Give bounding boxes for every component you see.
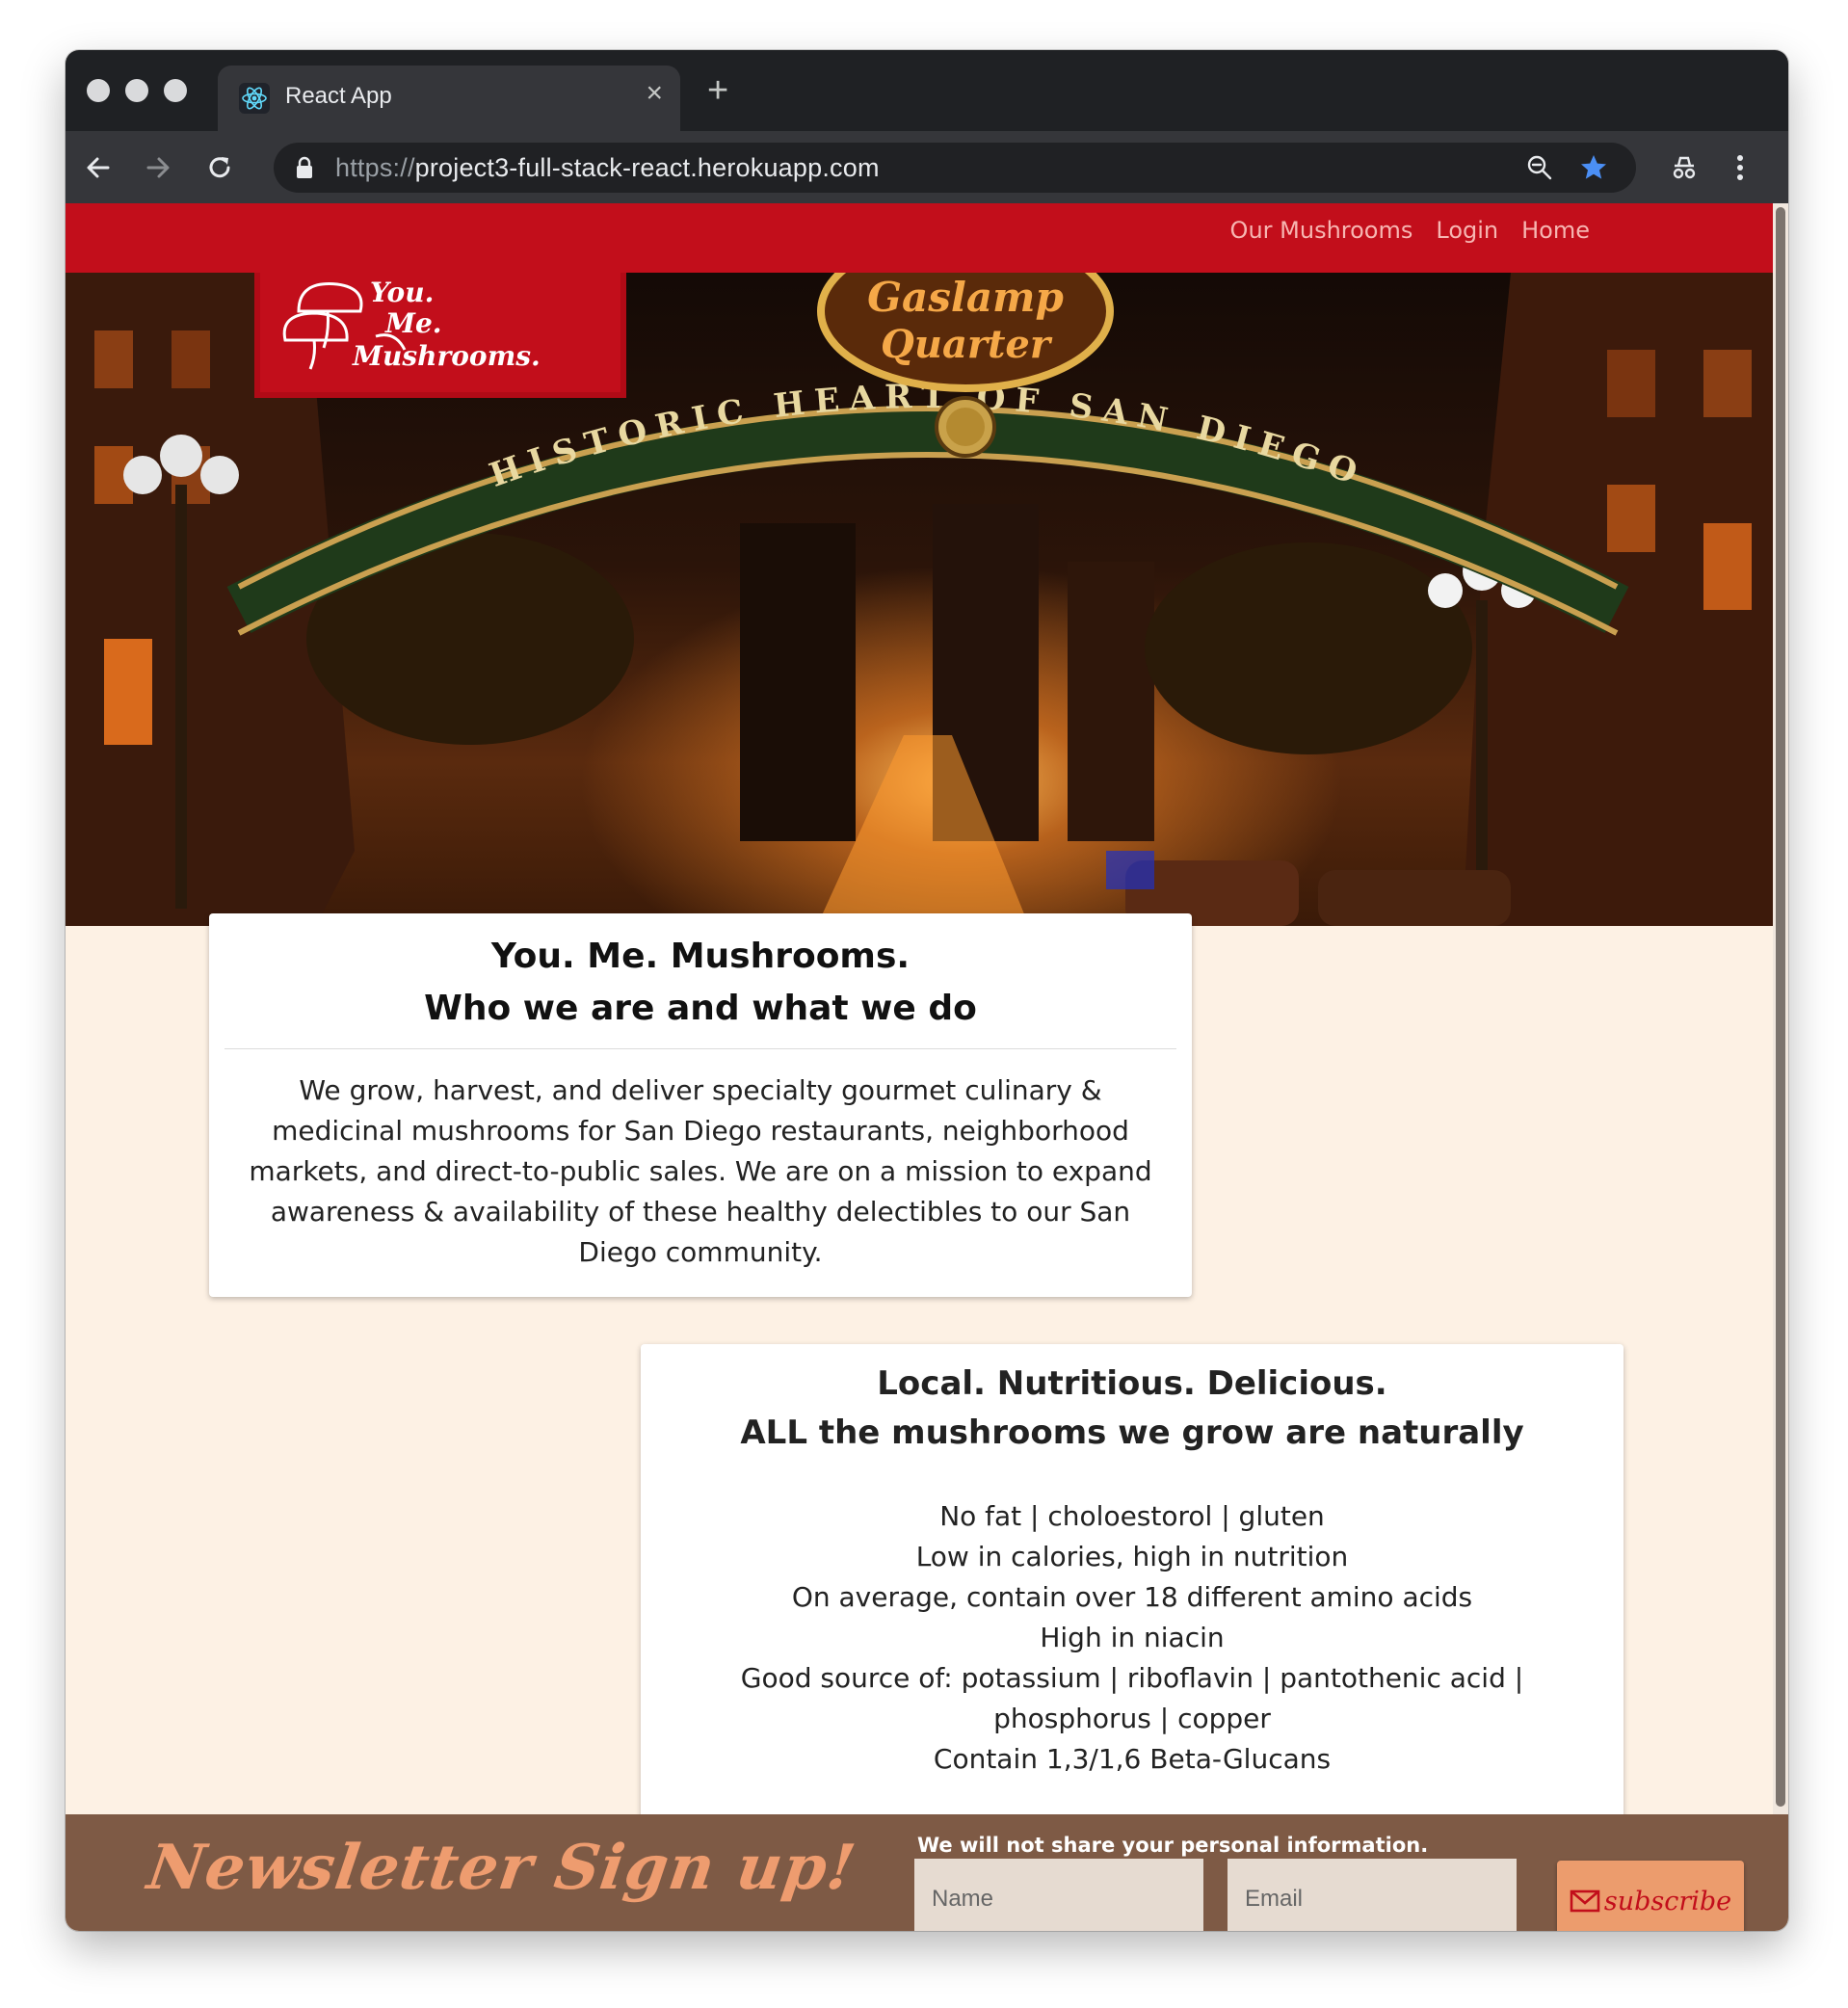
url-scheme: https://	[335, 153, 415, 182]
nutrition-title-line2: ALL the mushrooms we grow are naturally	[740, 1414, 1524, 1452]
browser-toolbar: https://project3-full-stack-react.heroku…	[66, 131, 1788, 203]
email-input[interactable]: Email	[1228, 1859, 1517, 1931]
close-window-dot[interactable]	[87, 79, 110, 102]
logo-line-2: Me.	[384, 307, 442, 339]
nutrition-heading: Local. Nutritious. Delicious. ALL the mu…	[641, 1360, 1624, 1458]
address-bar[interactable]: https://project3-full-stack-react.heroku…	[274, 143, 1636, 193]
bookmark-star-icon[interactable]	[1578, 152, 1609, 183]
gaslamp-sign-line1: Gaslamp	[867, 274, 1064, 321]
nutrition-list: No fat | choloestorol | gluten Low in ca…	[641, 1496, 1624, 1780]
page-viewport: Our Mushrooms Login Home HISTORIC HEART …	[66, 203, 1788, 1931]
about-title-line2: Who we are and what we do	[424, 989, 977, 1028]
brand-logo[interactable]: You. Me. Mushrooms.	[254, 273, 626, 398]
nutrition-item: Contain 1,3/1,6 Beta-Glucans	[933, 1743, 1332, 1775]
tab-title: React App	[285, 83, 392, 109]
nutrition-item: On average, contain over 18 different am…	[791, 1581, 1473, 1613]
tab-strip: React App × +	[66, 50, 1788, 131]
new-tab-icon[interactable]: +	[707, 72, 728, 109]
zoom-icon[interactable]	[1524, 152, 1555, 183]
newsletter-footer: Newsletter Sign up! We will not share yo…	[66, 1814, 1788, 1931]
subscribe-label: subscribe	[1603, 1886, 1732, 1916]
subscribe-button[interactable]: subscribe	[1557, 1861, 1744, 1931]
forward-arrow-icon[interactable]	[139, 148, 177, 187]
about-body: We grow, harvest, and deliver specialty …	[249, 1074, 1152, 1268]
nutrition-card: Local. Nutritious. Delicious. ALL the mu…	[641, 1344, 1624, 1824]
back-arrow-icon[interactable]	[79, 148, 118, 187]
nav-link-login[interactable]: Login	[1436, 217, 1498, 244]
nutrition-item: No fat | choloestorol | gluten	[939, 1500, 1325, 1532]
url-text[interactable]: https://project3-full-stack-react.heroku…	[335, 153, 880, 183]
nutrition-item: High in niacin	[1040, 1622, 1225, 1653]
tab-close-icon[interactable]: ×	[646, 77, 663, 110]
mushroom-logo-icon: You. Me. Mushrooms.	[282, 277, 541, 372]
menu-kebab-icon[interactable]	[1721, 148, 1759, 187]
name-input[interactable]: Name	[914, 1859, 1203, 1931]
maximize-window-dot[interactable]	[164, 79, 187, 102]
react-favicon-icon	[239, 83, 270, 114]
scrollbar-thumb[interactable]	[1776, 207, 1785, 1807]
envelope-icon	[1570, 1889, 1600, 1913]
url-host: project3-full-stack-react.herokuapp.com	[414, 153, 880, 182]
page-scrollbar[interactable]	[1773, 203, 1788, 1814]
reload-icon[interactable]	[200, 148, 239, 187]
minimize-window-dot[interactable]	[125, 79, 148, 102]
privacy-note: We will not share your personal informat…	[917, 1834, 1429, 1857]
hero-image: HISTORIC HEART OF SAN DIEGO Gaslamp Quar…	[66, 273, 1788, 926]
gaslamp-sign-line2: Quarter	[881, 322, 1053, 367]
about-title-line1: You. Me. Mushrooms.	[490, 937, 911, 976]
browser-tab[interactable]: React App ×	[218, 66, 680, 131]
browser-window: React App × + https://project3-full-stac…	[66, 50, 1788, 1931]
newsletter-title: Newsletter Sign up!	[143, 1832, 860, 1904]
incognito-icon[interactable]	[1665, 148, 1703, 187]
logo-line-3: Mushrooms.	[352, 340, 541, 372]
about-heading: You. Me. Mushrooms. Who we are and what …	[209, 931, 1192, 1035]
nutrition-title-line1: Local. Nutritious. Delicious.	[877, 1364, 1387, 1403]
nutrition-item: Low in calories, high in nutrition	[915, 1541, 1349, 1572]
nav-link-our-mushrooms[interactable]: Our Mushrooms	[1230, 217, 1413, 244]
nutrition-item: Good source of: potassium | riboflavin |…	[740, 1662, 1524, 1734]
lock-icon	[297, 156, 312, 178]
nav-links: Our Mushrooms Login Home	[1230, 217, 1590, 244]
site-navbar: Our Mushrooms Login Home	[66, 203, 1788, 273]
logo-line-1: You.	[370, 277, 434, 308]
about-card: You. Me. Mushrooms. Who we are and what …	[209, 913, 1192, 1297]
nav-link-home[interactable]: Home	[1521, 217, 1590, 244]
